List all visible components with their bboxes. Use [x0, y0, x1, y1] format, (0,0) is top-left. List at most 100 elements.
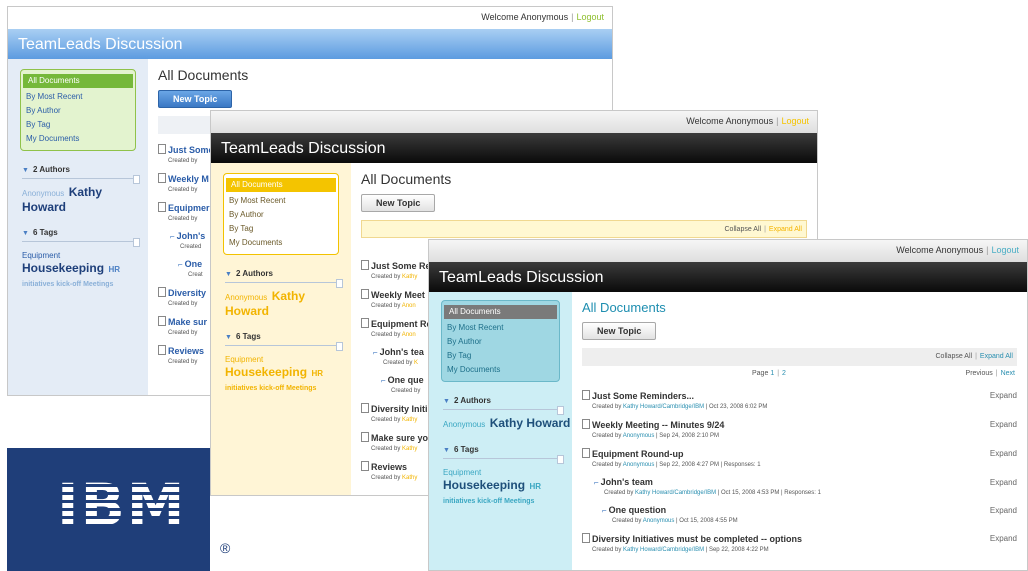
tag-equipment[interactable]: Equipment	[225, 355, 263, 364]
document-icon	[361, 403, 369, 413]
nav-menu: All Documents By Most Recent By Author B…	[20, 69, 136, 151]
collapse-all-link[interactable]: Collapse All	[936, 353, 973, 360]
author-link[interactable]: K	[414, 360, 418, 366]
logo-stripe	[55, 508, 180, 511]
author-link[interactable]: Kathy Howard/Cambridge/IBM	[623, 404, 704, 410]
expand-link[interactable]: Expand	[990, 533, 1017, 544]
collapse-triangle-icon: ▼	[443, 398, 450, 405]
nav-by-tag[interactable]: By Tag	[224, 222, 338, 236]
tag-equipment[interactable]: Equipment	[443, 468, 481, 477]
list-item[interactable]: Expand ⌐ John's team Created by Kathy Howar…	[582, 477, 1017, 499]
author-link[interactable]: Anonymous	[623, 462, 655, 468]
top-bar: Welcome Anonymous | Logout	[211, 111, 817, 133]
main-content: All Documents New Topic Collapse All | Exp…	[572, 292, 1027, 570]
divider-slider	[225, 342, 343, 351]
author-anonymous[interactable]: Anonymous	[443, 420, 485, 429]
tag-housekeeping[interactable]: Housekeeping	[225, 365, 307, 379]
welcome-text: Welcome Anonymous	[896, 245, 984, 255]
author-link[interactable]: Kathy Howard/Cambridge/IBM	[635, 490, 716, 496]
new-topic-button[interactable]: New Topic	[361, 194, 436, 212]
author-cloud: Anonymous Kathy Howard	[8, 185, 148, 214]
tag-hr[interactable]: HR	[311, 369, 323, 378]
list-item[interactable]: Expand Equipment Round-up Created by Anony…	[582, 448, 1017, 471]
tags-header[interactable]: ▼ 6 Tags	[211, 332, 351, 341]
author-link[interactable]: Kathy	[402, 274, 417, 280]
author-link[interactable]: Kathy	[402, 446, 417, 452]
collapse-triangle-icon: ▼	[443, 447, 450, 454]
topic-list: Expand Just Some Reminders... Created by K…	[582, 390, 1017, 556]
expand-all-link[interactable]: Expand All	[980, 353, 1013, 360]
author-link[interactable]: Anon	[402, 332, 416, 338]
nav-my-documents[interactable]: My Documents	[21, 132, 135, 146]
tags-header[interactable]: ▼ 6 Tags	[429, 445, 572, 454]
tag-housekeeping[interactable]: Housekeeping	[443, 478, 525, 492]
expand-link[interactable]: Expand	[990, 419, 1017, 430]
list-item[interactable]: Expand Diversity Initiatives must be comp…	[582, 533, 1017, 556]
tag-cloud: Equipment Housekeeping HR initiatives ki…	[211, 352, 351, 395]
list-item[interactable]: Expand Weekly Meeting -- Minutes 9/24 Crea…	[582, 419, 1017, 442]
author-cloud: Anonymous Kathy Howard	[211, 289, 351, 318]
logo-stripe	[55, 492, 180, 495]
document-icon	[582, 448, 590, 458]
nav-all-documents[interactable]: All Documents	[226, 178, 336, 192]
nav-my-documents[interactable]: My Documents	[442, 363, 559, 377]
next-link[interactable]: Next	[1001, 370, 1015, 377]
tag-initiatives[interactable]: initiatives kick-off Meetings	[225, 385, 316, 392]
expand-link[interactable]: Expand	[990, 448, 1017, 459]
expand-link[interactable]: Expand	[990, 390, 1017, 401]
collapse-triangle-icon: ▼	[22, 230, 29, 237]
list-item[interactable]: Expand Just Some Reminders... Created by K…	[582, 390, 1017, 413]
author-link[interactable]: Kathy Howard/Cambridge/IBM	[623, 547, 704, 553]
page-2-link[interactable]: 2	[782, 370, 786, 377]
new-topic-button[interactable]: New Topic	[582, 322, 657, 340]
nav-by-author[interactable]: By Author	[21, 104, 135, 118]
nav-by-most-recent[interactable]: By Most Recent	[21, 90, 135, 104]
logout-link[interactable]: Logout	[781, 116, 809, 126]
author-link[interactable]: Anon	[402, 303, 416, 309]
authors-header[interactable]: ▼ 2 Authors	[211, 269, 351, 278]
expand-all-link[interactable]: Expand All	[769, 226, 802, 233]
nav-all-documents[interactable]: All Documents	[23, 74, 133, 88]
nav-my-documents[interactable]: My Documents	[224, 236, 338, 250]
author-cloud: Anonymous Kathy Howard	[429, 416, 572, 431]
author-link[interactable]: Kathy	[402, 475, 417, 481]
nav-by-author[interactable]: By Author	[224, 208, 338, 222]
tag-hr[interactable]: HR	[108, 265, 120, 274]
tag-housekeeping[interactable]: Housekeeping	[22, 261, 104, 275]
authors-header[interactable]: ▼ 2 Authors	[429, 396, 572, 405]
tag-initiatives[interactable]: initiatives kick-off Meetings	[443, 498, 534, 505]
logout-link[interactable]: Logout	[991, 245, 1019, 255]
expand-link[interactable]: Expand	[990, 477, 1017, 488]
nav-by-most-recent[interactable]: By Most Recent	[442, 321, 559, 335]
divider-slider	[225, 279, 343, 288]
previous-link[interactable]: Previous	[966, 370, 993, 377]
author-link[interactable]: Anonymous	[643, 518, 675, 524]
list-item[interactable]: Expand ⌐ One question Created by Anonymous …	[582, 505, 1017, 527]
sidebar: All Documents By Most Recent By Author B…	[429, 292, 572, 570]
tags-header[interactable]: ▼ 6 Tags	[8, 228, 148, 237]
tag-cloud: Equipment Housekeeping HR initiatives ki…	[8, 248, 148, 291]
logout-link[interactable]: Logout	[576, 12, 604, 22]
author-kathy-howard[interactable]: Kathy Howard	[490, 416, 571, 430]
welcome-text: Welcome Anonymous	[686, 116, 774, 126]
nav-by-most-recent[interactable]: By Most Recent	[224, 194, 338, 208]
tag-initiatives[interactable]: initiatives kick-off Meetings	[22, 281, 113, 288]
new-topic-button[interactable]: New Topic	[158, 90, 233, 108]
nav-by-author[interactable]: By Author	[442, 335, 559, 349]
author-link[interactable]: Kathy	[402, 417, 417, 423]
nav-by-tag[interactable]: By Tag	[442, 349, 559, 363]
expand-link[interactable]: Expand	[990, 505, 1017, 516]
nav-all-documents[interactable]: All Documents	[444, 305, 557, 319]
tag-equipment[interactable]: Equipment	[22, 251, 60, 260]
welcome-text: Welcome Anonymous	[481, 12, 569, 22]
author-anonymous[interactable]: Anonymous	[22, 189, 64, 198]
document-icon	[361, 289, 369, 299]
author-link[interactable]: Anonymous	[623, 433, 655, 439]
nav-by-tag[interactable]: By Tag	[21, 118, 135, 132]
collapse-all-link[interactable]: Collapse All	[725, 226, 762, 233]
author-anonymous[interactable]: Anonymous	[225, 293, 267, 302]
document-icon	[361, 260, 369, 270]
tag-hr[interactable]: HR	[529, 482, 541, 491]
sidebar: All Documents By Most Recent By Author B…	[8, 59, 148, 395]
authors-header[interactable]: ▼ 2 Authors	[8, 165, 148, 174]
